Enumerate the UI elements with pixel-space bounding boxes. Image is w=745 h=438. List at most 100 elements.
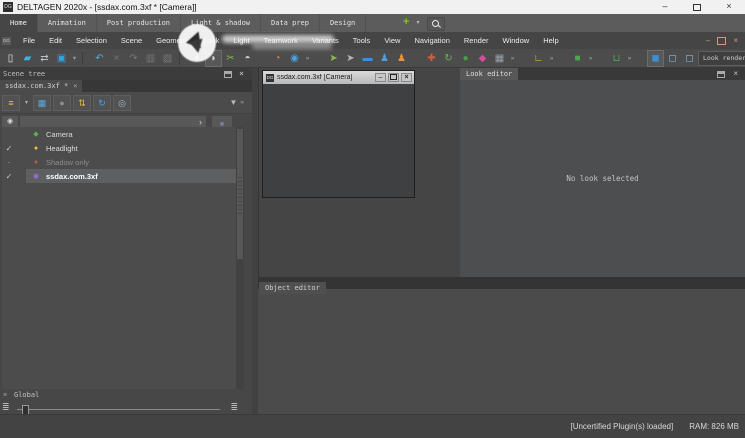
tree-item-shadow-only[interactable]: · ● Shadow only — [2, 155, 236, 169]
menu-view[interactable]: View — [377, 36, 407, 45]
timeline-track[interactable] — [17, 409, 220, 410]
material-pick-icon[interactable]: ◆ — [474, 50, 491, 67]
float-panel-icon[interactable] — [224, 71, 232, 78]
look-shaded-icon[interactable]: ◼ — [647, 50, 664, 67]
undo-icon[interactable]: ↶ — [91, 50, 108, 67]
ribbon-tab-light-shadow[interactable]: Light & shadow — [181, 14, 261, 32]
ribbon-tab-design[interactable]: Design — [320, 14, 366, 32]
menu-edit[interactable]: Edit — [42, 36, 69, 45]
uv-editor-icon[interactable]: ⊔ — [608, 50, 625, 67]
menu-look[interactable]: Look — [196, 36, 226, 45]
menu-teamwork[interactable]: Teamwork — [257, 36, 305, 45]
scene-tree-scrollbar[interactable] — [236, 127, 244, 389]
viewport-window[interactable]: DG ssdax.com.3xf [Camera] – × — [262, 70, 415, 198]
scale-manipulator-icon[interactable]: ● — [457, 50, 474, 67]
ribbon-tab-home[interactable]: Home — [0, 14, 38, 32]
maximize-button[interactable] — [681, 0, 713, 14]
tree-item-camera[interactable]: ◆ Camera — [2, 127, 236, 141]
menu-tools[interactable]: Tools — [346, 36, 378, 45]
tree-item-headlight[interactable]: ✓ ● Headlight — [2, 141, 236, 155]
menu-selection[interactable]: Selection — [69, 36, 114, 45]
timeline-menu-icon[interactable]: ≡ — [3, 392, 7, 399]
scene-tree-tab[interactable]: ssdax.com.3xf * × — [0, 80, 82, 92]
filter-icon[interactable]: ▼ — [229, 98, 237, 107]
timeline-keyframes-icon[interactable]: ≣ — [2, 402, 10, 413]
isolate-view-icon[interactable]: ● — [53, 95, 71, 111]
clay-mode-icon[interactable]: ◓ — [239, 50, 256, 67]
select-group-icon[interactable]: ♟ — [393, 50, 410, 67]
select-paint-icon[interactable]: ➤ — [325, 50, 342, 67]
look-ghost-icon[interactable]: ◻ — [681, 50, 698, 67]
time-measure-icon[interactable]: ◔ — [269, 50, 286, 67]
overflow-icon[interactable]: » — [586, 50, 595, 67]
tree-item-ssdax[interactable]: ✓ ◉ ssdax.com.3xf — [2, 169, 236, 183]
import-export-icon[interactable]: ⇄ — [36, 50, 53, 67]
menu-file[interactable]: File — [16, 36, 42, 45]
add-tab-button[interactable]: + — [398, 14, 414, 32]
menu-scene[interactable]: Scene — [114, 36, 149, 45]
rotate-manipulator-icon[interactable]: ↻ — [440, 50, 457, 67]
save-icon[interactable]: ▣ — [53, 50, 70, 67]
shaded-sphere-icon[interactable]: ◗ — [205, 50, 222, 67]
sort-mode-icon[interactable]: ≡ — [2, 95, 20, 111]
coordinate-system-icon[interactable]: ∟ — [530, 50, 547, 67]
look-editor-tab[interactable]: Look editor — [460, 68, 518, 80]
delete-icon[interactable]: × — [108, 50, 125, 67]
menu-variants[interactable]: Variants — [305, 36, 346, 45]
new-file-icon[interactable]: ▯ — [2, 50, 19, 67]
overflow-icon[interactable]: » — [508, 50, 517, 67]
camera-icon[interactable]: ◉ — [286, 50, 303, 67]
viewport-canvas[interactable] — [263, 84, 414, 195]
ribbon-tab-data-prep[interactable]: Data prep — [261, 14, 320, 32]
tree-columns-icon[interactable]: ▦ — [33, 95, 51, 111]
sync-selection-icon[interactable]: ↻ — [93, 95, 111, 111]
scrollbar-thumb[interactable] — [237, 129, 243, 259]
open-file-icon[interactable]: ▰ — [19, 50, 36, 67]
object-editor-tab[interactable]: Object editor — [259, 282, 326, 294]
geometry-tools-icon[interactable]: ■ — [569, 50, 586, 67]
viewport-minimize-button[interactable]: – — [375, 73, 386, 82]
close-tab-icon[interactable]: × — [73, 80, 77, 92]
minimize-button[interactable]: – — [649, 0, 681, 14]
snap-grid-icon[interactable]: ▦ — [491, 50, 508, 67]
look-wireframe-icon[interactable]: ◻ — [664, 50, 681, 67]
move-manipulator-icon[interactable]: ✚ — [423, 50, 440, 67]
expand-collapse-icon[interactable]: ⇅ — [73, 95, 91, 111]
rect-select-icon[interactable]: ▬ — [359, 50, 376, 67]
menu-window[interactable]: Window — [496, 36, 537, 45]
locate-icon[interactable]: ◎ — [113, 95, 131, 111]
sort-mode-caret-icon[interactable]: ▾ — [22, 95, 31, 111]
timeline-options-icon[interactable]: ≣ — [230, 402, 238, 413]
render-view-icon[interactable]: ◖ — [188, 50, 205, 67]
menu-render[interactable]: Render — [457, 36, 496, 45]
viewport-maximize-button[interactable] — [388, 73, 399, 82]
look-renderer-select[interactable]: Look renderer ▾ — [698, 51, 745, 66]
select-person-icon[interactable]: ♟ — [376, 50, 393, 67]
save-options-caret-icon[interactable]: ▾ — [70, 50, 79, 67]
ribbon-tab-post-production[interactable]: Post production — [97, 14, 181, 32]
viewport-titlebar[interactable]: DG ssdax.com.3xf [Camera] – × — [263, 71, 414, 84]
visibility-checkbox[interactable]: ✓ — [2, 172, 16, 181]
close-panel-icon[interactable]: × — [239, 69, 244, 79]
ribbon-tab-animation[interactable]: Animation — [38, 14, 97, 32]
cut-geometry-icon[interactable]: ✂ — [222, 50, 239, 67]
copy-icon[interactable]: ▧ — [159, 50, 176, 67]
paste-icon[interactable]: ▥ — [142, 50, 159, 67]
add-tab-caret-icon[interactable]: ▾ — [414, 14, 421, 32]
overflow-icon[interactable]: » — [547, 50, 556, 67]
close-button[interactable]: × — [713, 0, 745, 14]
float-panel-icon[interactable] — [717, 71, 725, 78]
select-cursor-icon[interactable]: ➤ — [342, 50, 359, 67]
menu-geometry[interactable]: Geometry — [149, 36, 196, 45]
overflow-icon[interactable]: » — [240, 99, 244, 106]
search-icon[interactable] — [427, 17, 445, 31]
overflow-icon[interactable]: » — [303, 50, 312, 67]
mdi-minimize-button[interactable]: – — [706, 36, 710, 45]
menu-help[interactable]: Help — [536, 36, 565, 45]
menu-light[interactable]: Light — [226, 36, 256, 45]
close-panel-icon[interactable]: × — [733, 69, 738, 79]
redo-icon[interactable]: ↷ — [125, 50, 142, 67]
viewport-close-button[interactable]: × — [401, 73, 412, 82]
mdi-restore-button[interactable] — [717, 37, 726, 45]
visibility-checkbox[interactable]: ✓ — [2, 144, 16, 153]
